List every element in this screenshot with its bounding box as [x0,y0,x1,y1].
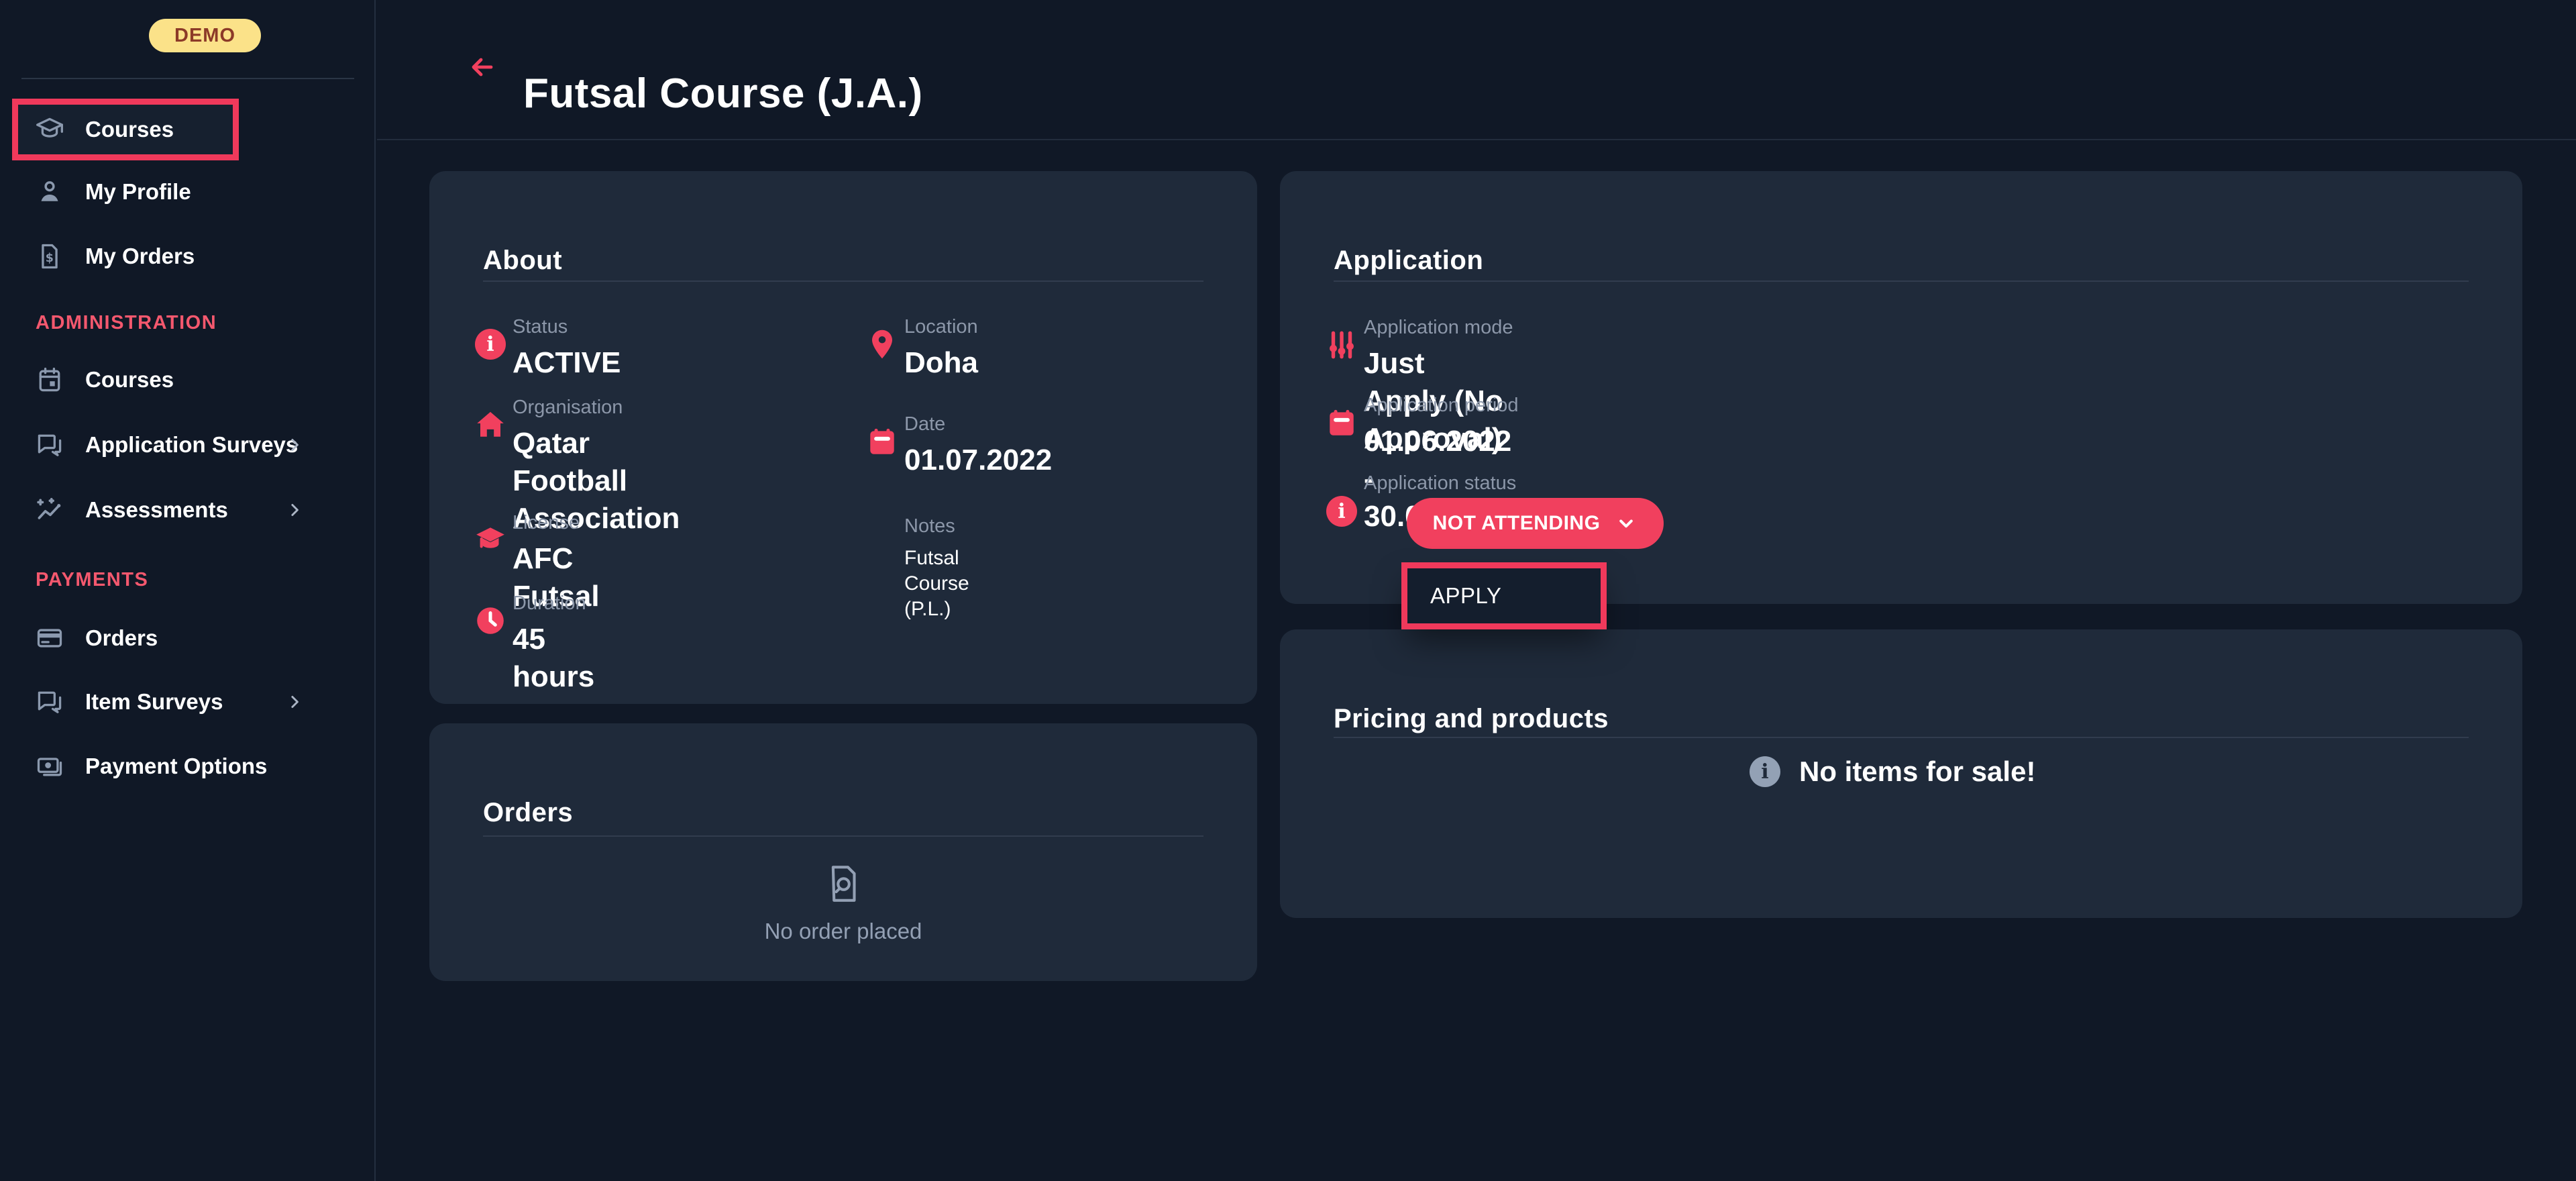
sidebar-item-payment-options[interactable]: Payment Options [0,741,376,791]
chat-bubbles-icon [35,687,64,717]
apply-menu-item[interactable]: APPLY [1407,568,1601,623]
field-label: Notes [904,515,969,537]
orders-empty-state: No order placed [429,862,1257,944]
application-card: Application Application mode Just Apply … [1280,171,2522,604]
demo-badge-label: DEMO [174,25,235,47]
svg-text:$: $ [46,252,54,265]
field-label: Location [904,315,978,338]
sidebar: DEMO Courses My Profi [0,0,376,1181]
sidebar-divider [21,78,354,79]
calendar-icon [35,365,64,395]
sidebar-item-orders[interactable]: Orders [0,613,376,663]
sidebar-item-item-surveys[interactable]: Item Surveys [0,677,376,727]
chevron-right-icon [284,692,305,712]
sidebar-item-my-profile[interactable]: My Profile [0,167,376,217]
orders-empty-text: No order placed [765,919,922,944]
person-icon [35,177,64,207]
sidebar-section-administration: ADMINISTRATION [36,312,217,334]
sidebar-item-label: Courses [85,367,174,393]
orders-card-title: Orders [483,798,573,828]
application-card-divider [1334,280,2469,282]
sidebar-item-label: My Profile [85,179,191,205]
pricing-empty-state: i No items for sale! [1750,756,2035,788]
application-card-title: Application [1334,246,1483,276]
header-divider [377,139,2576,140]
apply-menu-item-label: APPLY [1430,583,1501,609]
sidebar-section-payments: PAYMENTS [36,569,148,591]
graduation-cap-icon [35,115,64,144]
sidebar-item-assessments[interactable]: Assessments [0,485,376,535]
field-label: Application status [1364,472,1516,495]
pricing-card-divider [1334,737,2469,738]
field-label: Application period [1364,394,1519,417]
calendar-icon [1324,405,1359,440]
field-label: Organisation [513,396,680,419]
about-card: About i Status ACTIVE Organisation Qatar… [429,171,1257,704]
sliders-icon [1324,327,1359,362]
info-icon: i [473,327,508,362]
app-screen: DEMO Courses My Profi [0,0,2576,1181]
sidebar-item-admin-courses[interactable]: Courses [0,355,376,405]
about-card-divider [483,280,1203,282]
field-label: License [513,511,600,534]
sidebar-item-courses[interactable]: Courses [0,105,376,154]
credit-card-icon [35,623,64,653]
back-button[interactable] [464,50,499,85]
sidebar-item-label: My Orders [85,244,195,269]
calendar-icon [865,424,900,459]
sidebar-item-label: Item Surveys [85,689,223,715]
field-label: Duration [513,592,594,615]
orders-card: Orders No order placed [429,723,1257,981]
clock-icon [473,603,508,638]
field-label: Status [513,315,621,338]
field-value: ACTIVE [513,344,621,382]
sidebar-item-my-orders[interactable]: $ My Orders [0,232,376,281]
chevron-right-icon [284,500,305,520]
info-icon: i [1750,756,1780,787]
chat-bubbles-icon [35,430,64,460]
sidebar-item-label: Courses [85,117,174,142]
application-status-button-label: NOT ATTENDING [1433,512,1601,535]
pricing-card-title: Pricing and products [1334,704,1609,734]
banknote-icon [35,752,64,781]
invoice-icon: $ [35,242,64,271]
about-card-title: About [483,246,562,276]
field-label: Application mode [1364,316,1513,339]
document-search-icon [821,862,865,909]
sidebar-item-label: Orders [85,625,158,651]
pricing-empty-text: No items for sale! [1799,756,2035,788]
field-value: Futsal Course (P.L.) [904,546,969,622]
sidebar-item-label: Assessments [85,497,228,523]
pricing-card: Pricing and products i No items for sale… [1280,629,2522,918]
sidebar-item-label: Payment Options [85,754,267,779]
orders-card-divider [483,835,1203,837]
graduation-cap-icon [473,523,508,558]
home-icon [473,407,508,442]
field-value: 01.07.2022 [904,442,1052,479]
location-pin-icon [865,327,900,362]
sidebar-item-application-surveys[interactable]: Application Surveys [0,420,376,470]
field-value: Doha [904,344,978,382]
sidebar-item-label: Application Surveys [85,432,298,458]
chevron-right-icon [284,435,305,455]
chevron-down-icon [1615,512,1638,535]
field-value: 45 hours [513,621,594,696]
page-title: Futsal Course (J.A.) [523,70,923,117]
chart-sparkle-icon [35,495,64,525]
application-status-button[interactable]: NOT ATTENDING [1407,498,1664,549]
info-icon: i [1324,494,1359,529]
demo-badge: DEMO [149,19,261,52]
field-label: Date [904,413,1052,435]
